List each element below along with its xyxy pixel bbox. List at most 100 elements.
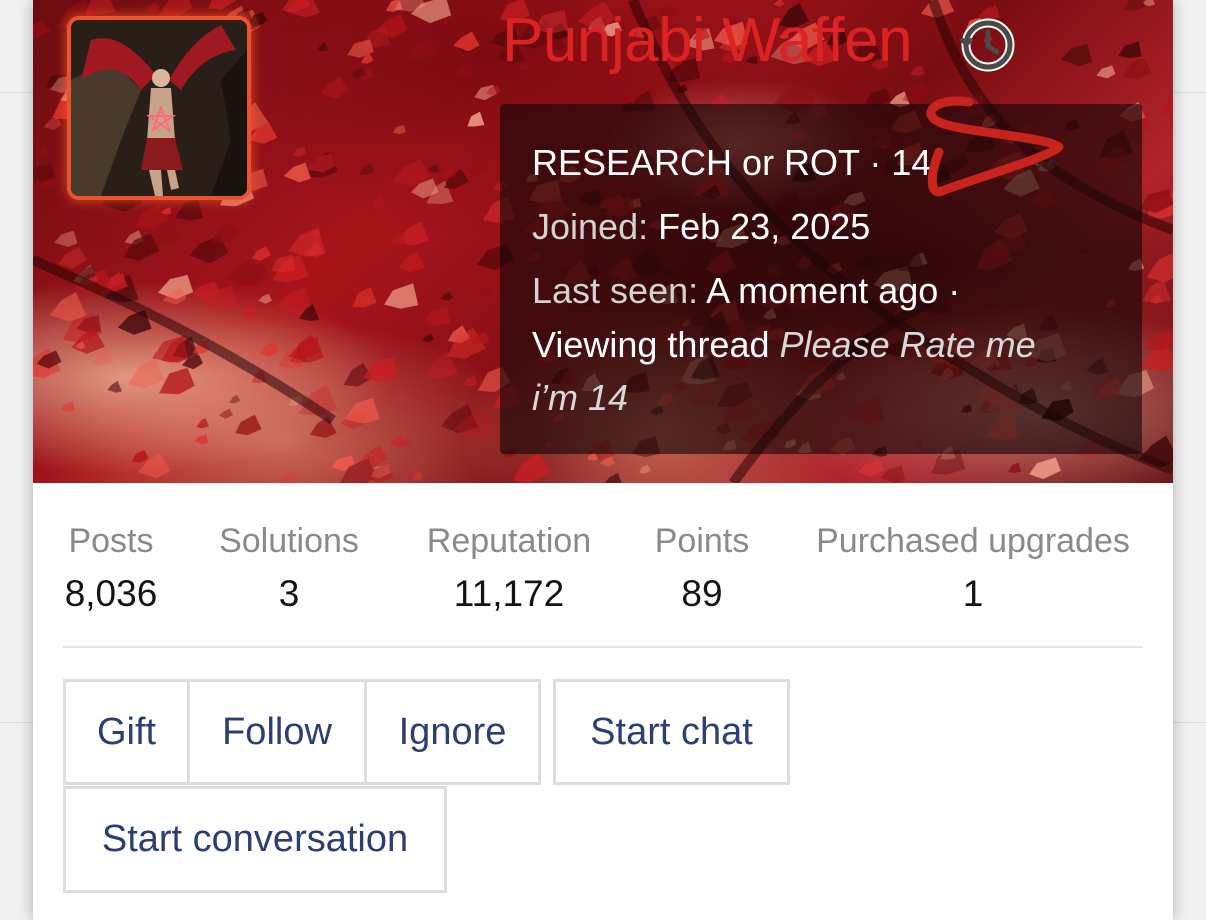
gift-button[interactable]: Gift (63, 679, 190, 785)
foliage-leaf (344, 397, 380, 424)
foliage-leaf (36, 144, 50, 157)
foliage-leaf (384, 283, 419, 309)
last-seen-value: A moment ago · (706, 270, 961, 311)
foliage-leaf (43, 117, 62, 130)
stat-points[interactable]: Points 89 (644, 520, 760, 626)
start-chat-button[interactable]: Start chat (553, 679, 790, 785)
foliage-leaf (317, 42, 329, 52)
foliage-leaf (455, 61, 475, 79)
foliage-leaf (909, 65, 925, 76)
foliage-leaf (604, 472, 622, 483)
history-icon[interactable] (959, 16, 1015, 72)
stat-label: Points (654, 522, 750, 560)
start-conversation-button[interactable]: Start conversation (63, 786, 447, 893)
foliage-leaf (470, 161, 490, 175)
last-seen-row: Last seen: A moment ago · (532, 265, 960, 317)
foliage-leaf (363, 357, 398, 383)
foliage-leaf (320, 76, 349, 99)
foliage-leaf (33, 19, 50, 39)
foliage-leaf (1118, 41, 1142, 59)
foliage-leaf (1122, 57, 1152, 80)
foliage-leaf (146, 296, 158, 305)
foliage-leaf (144, 2, 160, 13)
foliage-leaf (406, 37, 437, 60)
section-divider (63, 646, 1143, 648)
foliage-leaf (49, 292, 87, 322)
avatar[interactable] (67, 16, 251, 200)
stat-solutions[interactable]: Solutions 3 (209, 520, 369, 626)
stat-posts[interactable]: Posts 8,036 (51, 520, 171, 626)
stat-value: 1 (962, 573, 984, 614)
profile-banner: Punjabi Waffen RESEARCH or ROT · 14 Join… (33, 0, 1173, 483)
foliage-leaf (467, 111, 485, 127)
viewing-prefix: Viewing thread (532, 324, 770, 365)
foliage-leaf (440, 291, 453, 301)
foliage-leaf (477, 285, 493, 297)
joined-label: Joined: (532, 206, 649, 247)
foliage-leaf (281, 471, 298, 483)
foliage-leaf (212, 221, 240, 244)
foliage-leaf (293, 146, 307, 157)
foliage-leaf (283, 162, 311, 183)
foliage-leaf (1008, 462, 1022, 473)
foliage-leaf (453, 31, 480, 52)
foliage-leaf (159, 367, 195, 395)
foliage-leaf (135, 204, 168, 230)
foliage-leaf (152, 335, 189, 363)
username[interactable]: Punjabi Waffen (502, 2, 913, 80)
winged-demon-avatar (71, 20, 247, 196)
foliage-leaf (54, 230, 78, 247)
foliage-leaf (858, 460, 884, 478)
member-title: RESEARCH or ROT · 14 (532, 142, 932, 183)
last-seen-label: Last seen: (532, 270, 699, 311)
stat-value: 89 (681, 573, 723, 614)
foliage-leaf (271, 254, 296, 273)
member-tooltip-card: Punjabi Waffen RESEARCH or ROT · 14 Join… (33, 0, 1173, 920)
foliage-leaf (1124, 0, 1146, 11)
foliage-leaf (1161, 98, 1173, 114)
foliage-leaf (33, 163, 55, 183)
stat-purchased-upgrades[interactable]: Purchased upgrades 1 (803, 520, 1143, 626)
stat-reputation[interactable]: Reputation 11,172 (414, 520, 604, 626)
foliage-leaf (127, 358, 166, 389)
foliage-leaf (240, 305, 259, 319)
foliage-leaf (371, 196, 386, 208)
foliage-leaf (219, 408, 233, 419)
foliage-leaf (423, 307, 451, 327)
foliage-leaf (1029, 457, 1061, 479)
follow-button[interactable]: Follow (187, 679, 367, 785)
red-pen-annotation (926, 96, 1064, 197)
foliage-leaf (80, 222, 113, 249)
foliage-leaf (322, 122, 340, 137)
ignore-button[interactable]: Ignore (364, 679, 541, 785)
foliage-leaf (196, 418, 210, 429)
foliage-leaf (194, 434, 209, 445)
foliage-leaf (258, 342, 280, 357)
foliage-leaf (85, 0, 116, 15)
foliage-leaf (398, 251, 425, 273)
foliage-leaf (358, 163, 375, 175)
foliage-leaf (462, 375, 478, 387)
foliage-leaf (175, 198, 203, 221)
foliage-leaf (422, 333, 435, 343)
foliage-leaf (512, 452, 552, 483)
viewing-row: Viewing thread Please Rate me (532, 319, 1036, 371)
foliage-leaf (880, 465, 906, 483)
foliage-leaf (412, 471, 423, 480)
stat-label: Purchased upgrades (816, 522, 1130, 560)
foliage-leaf (235, 414, 262, 436)
foliage-leaf (251, 246, 272, 261)
viewing-thread-link[interactable]: Please Rate me (780, 324, 1036, 365)
foliage-leaf (258, 293, 272, 304)
stat-label: Solutions (219, 522, 359, 560)
foliage-leaf (1142, 279, 1171, 304)
viewing-thread-link-continued[interactable]: i’m 14 (532, 372, 628, 424)
stat-label: Posts (68, 522, 154, 560)
joined-value: Feb 23, 2025 (658, 206, 871, 247)
foliage-leaf (208, 0, 236, 10)
foliage-leaf (1060, 43, 1093, 67)
foliage-leaf (352, 287, 377, 308)
foliage-leaf (392, 124, 406, 135)
joined-row: Joined: Feb 23, 2025 (532, 201, 870, 253)
foliage-leaf (1096, 65, 1116, 79)
